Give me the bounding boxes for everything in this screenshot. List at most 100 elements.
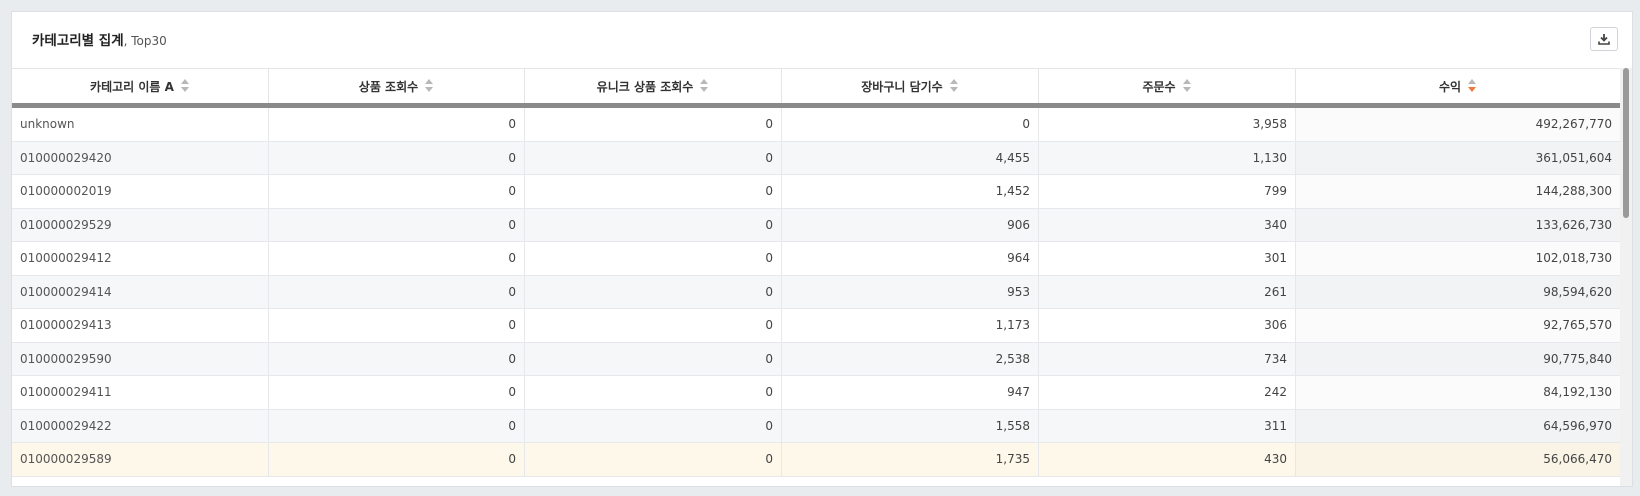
sort-down-icon	[1182, 87, 1191, 92]
table-row[interactable]: 010000002019 0 0 1,452 799 144,288,300	[12, 175, 1620, 209]
sort-arrows-icon[interactable]	[1182, 79, 1192, 93]
value-cell: 64,596,970	[1543, 418, 1612, 433]
category-name-cell: unknown	[12, 108, 269, 141]
value-cell: 430	[1039, 443, 1296, 476]
value-cell: 0	[782, 108, 1039, 141]
category-name-cell: 010000002019	[12, 175, 269, 208]
value-cell: 947	[782, 376, 1039, 409]
category-name-cell: 010000029422	[12, 409, 269, 442]
sort-down-icon	[425, 87, 434, 92]
table-row[interactable]: unknown 0 0 0 3,958 492,267,770	[12, 108, 1620, 142]
value-cell: 0	[269, 275, 525, 308]
value-cell: 0	[525, 376, 782, 409]
column-header-label: 유니크 상품 조회수	[596, 79, 694, 94]
value-cell: 1,130	[1039, 141, 1296, 174]
value-cell: 0	[525, 409, 782, 442]
sort-up-icon	[700, 79, 709, 84]
value-cell: 92,765,570	[1543, 318, 1612, 333]
value-cell: 0	[525, 275, 782, 308]
value-cell: 306	[1039, 309, 1296, 342]
value-cell: 906	[782, 208, 1039, 241]
value-cell: 361,051,604	[1535, 150, 1612, 165]
table-row[interactable]: 010000029420 0 0 4,455 1,130 361,051,604	[12, 141, 1620, 175]
sort-up-icon	[180, 79, 189, 84]
data-table: 카테고리 이름 A 상품 조회수 유니크 상품 조회수 장바구니 담기수 주문수 수익 u…	[12, 68, 1620, 486]
table-row[interactable]: 010000029412 0 0 964 301 102,018,730	[12, 242, 1620, 276]
value-cell: 0	[269, 376, 525, 409]
sort-down-icon	[180, 87, 189, 92]
column-header-5[interactable]: 수익	[1296, 69, 1620, 103]
sort-up-icon	[1468, 79, 1477, 84]
column-header-0[interactable]: 카테고리 이름 A	[12, 69, 269, 103]
value-cell: 964	[782, 242, 1039, 275]
scrollbar-thumb[interactable]	[1623, 68, 1629, 218]
table-row[interactable]: 010000029413 0 0 1,173 306 92,765,570	[12, 309, 1620, 343]
value-cell: 0	[269, 175, 525, 208]
category-summary-panel: 카테고리별 집계, Top30 카테고리 이름 A 상품 조회수 유니크 상품 조회…	[11, 11, 1633, 487]
table-row[interactable]: 010000029590 0 0 2,538 734 90,775,840	[12, 342, 1620, 376]
column-header-2[interactable]: 유니크 상품 조회수	[525, 69, 782, 103]
value-cell: 1,452	[782, 175, 1039, 208]
table-row[interactable]: 010000029422 0 0 1,558 311 64,596,970	[12, 409, 1620, 443]
sort-up-icon	[425, 79, 434, 84]
sort-down-icon	[949, 87, 958, 92]
value-cell: 242	[1039, 376, 1296, 409]
value-cell: 0	[525, 108, 782, 141]
column-header-4[interactable]: 주문수	[1039, 69, 1296, 103]
value-cell: 311	[1039, 409, 1296, 442]
table-row[interactable]: 010000029529 0 0 906 340 133,626,730	[12, 208, 1620, 242]
column-header-label: 수익	[1438, 79, 1462, 94]
value-cell: 0	[269, 208, 525, 241]
table-row[interactable]: 010000029589 0 0 1,735 430 56,066,470	[12, 443, 1620, 477]
sort-arrows-icon[interactable]	[949, 79, 959, 93]
sort-arrows-icon[interactable]	[180, 79, 190, 93]
value-cell: 56,066,470	[1543, 452, 1612, 467]
sort-arrows-icon[interactable]	[425, 79, 434, 93]
value-cell: 0	[269, 242, 525, 275]
value-cell: 2,538	[782, 342, 1039, 375]
value-cell: 0	[525, 175, 782, 208]
value-cell: 261	[1039, 275, 1296, 308]
category-name-cell: 010000029412	[12, 242, 269, 275]
value-cell: 98,594,620	[1543, 284, 1612, 299]
table-row[interactable]: 010000029411 0 0 947 242 84,192,130	[12, 376, 1620, 410]
value-cell: 0	[269, 342, 525, 375]
value-cell: 0	[525, 208, 782, 241]
value-cell: 0	[525, 141, 782, 174]
column-header-3[interactable]: 장바구니 담기수	[782, 69, 1039, 103]
panel-title-text: 카테고리별 집계	[32, 33, 124, 49]
table-header-row: 카테고리 이름 A 상품 조회수 유니크 상품 조회수 장바구니 담기수 주문수 수익	[12, 69, 1620, 108]
column-header-1[interactable]: 상품 조회수	[269, 69, 525, 103]
column-header-label: 상품 조회수	[358, 79, 419, 94]
category-name-cell: 010000029589	[12, 443, 269, 476]
panel-title: 카테고리별 집계, Top30	[32, 29, 167, 49]
value-cell: 301	[1039, 242, 1296, 275]
value-cell: 133,626,730	[1535, 217, 1612, 232]
value-cell: 4,455	[782, 141, 1039, 174]
download-button[interactable]	[1590, 27, 1618, 51]
sort-down-icon	[1468, 87, 1477, 92]
value-cell: 953	[782, 275, 1039, 308]
table-body: unknown 0 0 0 3,958 492,267,770 010000029420 0 0…	[12, 108, 1620, 477]
panel-subtitle: , Top30	[123, 34, 167, 48]
sort-arrows-icon[interactable]	[1468, 79, 1477, 93]
value-cell: 492,267,770	[1535, 117, 1612, 132]
value-cell: 0	[269, 309, 525, 342]
category-name-cell: 010000029420	[12, 141, 269, 174]
value-cell: 0	[525, 443, 782, 476]
value-cell: 0	[269, 108, 525, 141]
value-cell: 1,558	[782, 409, 1039, 442]
category-name-cell: 010000029529	[12, 208, 269, 241]
table-row[interactable]: 010000029414 0 0 953 261 98,594,620	[12, 275, 1620, 309]
vertical-scrollbar[interactable]	[1620, 68, 1632, 486]
value-cell: 0	[525, 242, 782, 275]
sort-arrows-icon[interactable]	[700, 79, 709, 93]
value-cell: 3,958	[1039, 108, 1296, 141]
value-cell: 0	[525, 342, 782, 375]
value-cell: 799	[1039, 175, 1296, 208]
value-cell: 340	[1039, 208, 1296, 241]
value-cell: 734	[1039, 342, 1296, 375]
column-header-label: 장바구니 담기수	[861, 79, 943, 94]
value-cell: 144,288,300	[1535, 184, 1612, 199]
sort-up-icon	[949, 79, 958, 84]
